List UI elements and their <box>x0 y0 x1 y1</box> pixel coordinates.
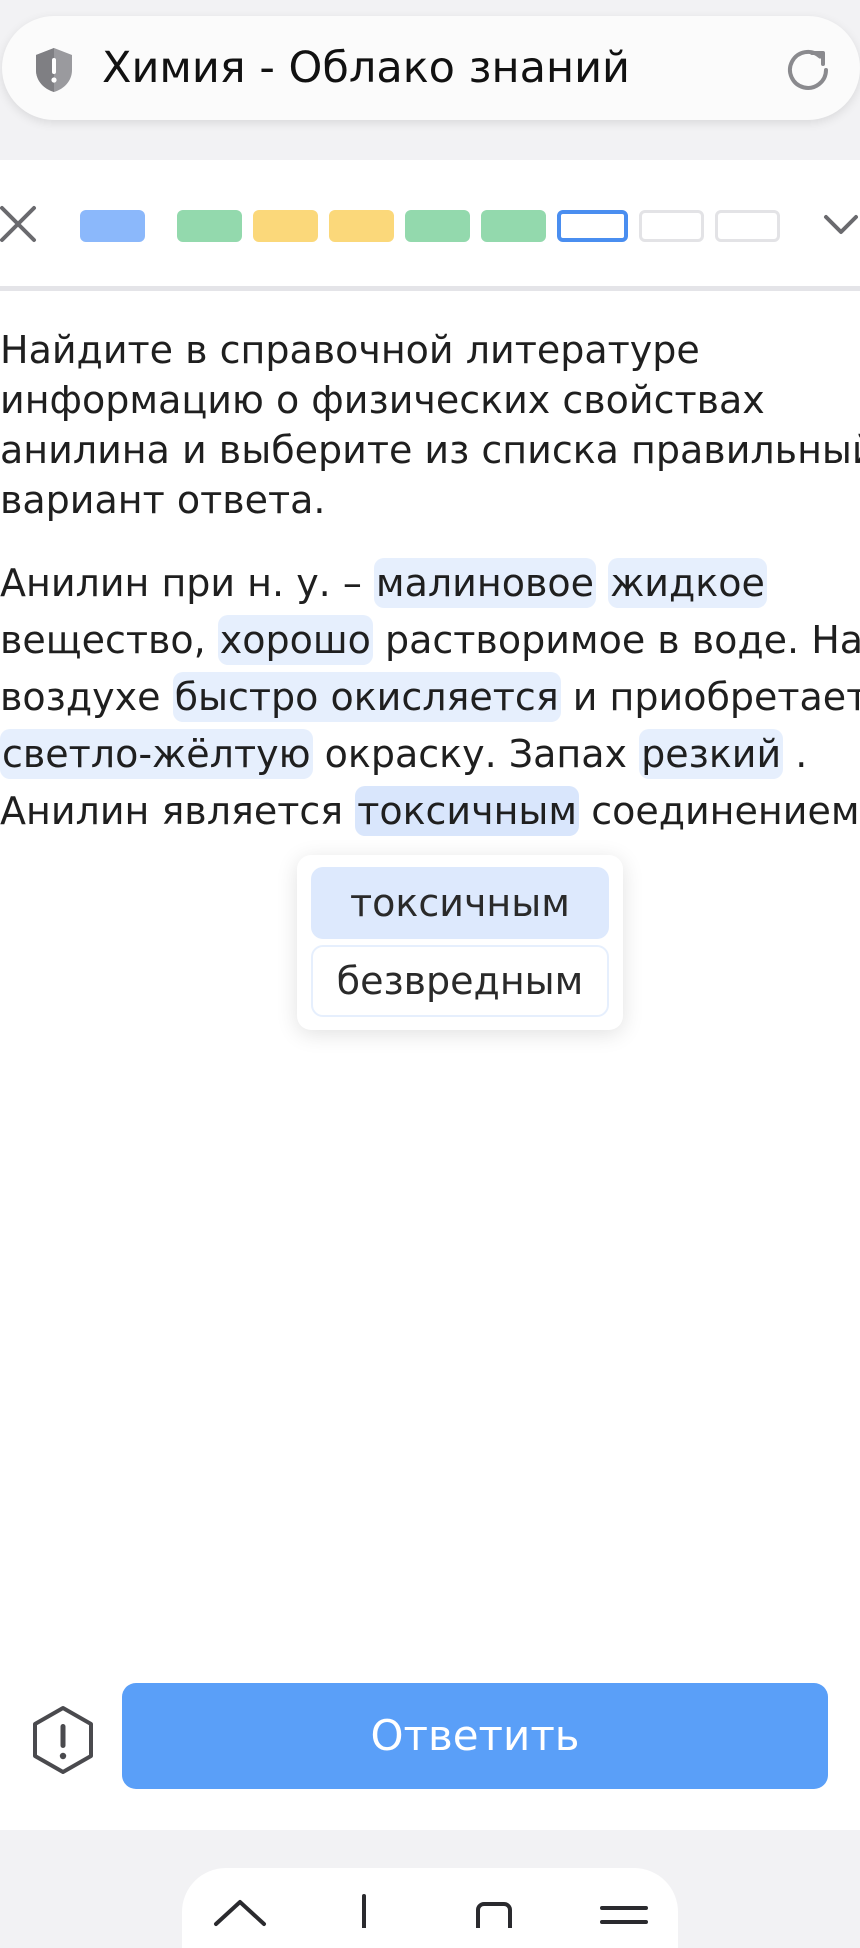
passage-text: . <box>783 732 808 776</box>
address-bar[interactable]: Химия - Облако знаний <box>2 16 860 120</box>
dropdown-option[interactable]: безвредным <box>311 945 609 1017</box>
progress-segment-9[interactable] <box>715 210 780 242</box>
passage-line: Анилин при н. у. – малиновое жидкое <box>0 555 860 612</box>
progress-segment-1[interactable] <box>80 210 145 242</box>
passage-line: воздухе быстро окисляется и приобретает <box>0 669 860 726</box>
page-title: Химия - Облако знаний <box>102 43 630 93</box>
progress-segment-5[interactable] <box>405 210 470 242</box>
dropdown-option-selected[interactable]: токсичным <box>311 867 609 939</box>
submit-answer-button[interactable]: Ответить <box>122 1683 828 1789</box>
passage-text: соединением. <box>579 789 860 833</box>
divider <box>0 286 860 291</box>
passage-line: Анилин является токсичным соединением. <box>0 783 860 840</box>
progress-segment-7[interactable] <box>557 210 628 242</box>
answer-gap[interactable]: малиновое <box>373 558 596 608</box>
passage-text: растворимое в воде. На <box>372 618 860 662</box>
answer-gap[interactable]: жидкое <box>608 558 767 608</box>
passage-text <box>596 561 608 605</box>
passage-text: Анилин является <box>0 789 356 833</box>
home-icon[interactable] <box>210 1888 270 1928</box>
report-problem-icon[interactable] <box>30 1704 96 1776</box>
progress-segment-8[interactable] <box>639 210 704 242</box>
bottom-nav-bar <box>182 1868 678 1948</box>
answer-gap[interactable]: светло-жёлтую <box>0 729 313 779</box>
question-line: информацию о физических свойствах <box>0 378 765 422</box>
question-text: Найдите в справочной литературе информац… <box>0 325 860 525</box>
passage-text: окраску. Запах <box>312 732 640 776</box>
answer-gap-active[interactable]: токсичным <box>355 786 580 836</box>
chevron-down-icon[interactable] <box>822 212 860 238</box>
answer-gap[interactable]: быстро окисляется <box>172 672 561 722</box>
download-icon[interactable] <box>334 1888 394 1928</box>
question-line: Найдите в справочной литературе <box>0 328 700 372</box>
reload-icon[interactable] <box>782 44 834 96</box>
answer-gap[interactable]: резкий <box>639 729 784 779</box>
shield-icon[interactable] <box>32 46 76 94</box>
answer-dropdown: токсичным безвредным <box>297 855 623 1030</box>
answer-gap[interactable]: хорошо <box>217 615 373 665</box>
progress-segment-4[interactable] <box>329 210 394 242</box>
passage-text: вещество, <box>0 618 218 662</box>
task-card: Найдите в справочной литературе информац… <box>0 160 860 1830</box>
browser-top-bar: Химия - Облако знаний <box>0 0 860 160</box>
progress-segment-3[interactable] <box>253 210 318 242</box>
progress-segment-6[interactable] <box>481 210 546 242</box>
passage-line: вещество, хорошо растворимое в воде. На <box>0 612 860 669</box>
passage-text: и приобретает <box>560 675 860 719</box>
question-line: вариант ответа. <box>0 478 326 522</box>
passage-line: светло-жёлтую окраску. Запах резкий . <box>0 726 860 783</box>
fill-in-passage: Анилин при н. у. – малиновое жидкое веще… <box>0 555 860 840</box>
progress-segment-2[interactable] <box>177 210 242 242</box>
question-line: анилина и выберите из списка правильный <box>0 428 860 472</box>
tabs-icon[interactable] <box>464 1888 524 1928</box>
progress-bar <box>0 160 860 290</box>
passage-text: воздухе <box>0 675 173 719</box>
passage-text: Анилин при н. у. – <box>0 561 374 605</box>
menu-icon[interactable] <box>594 1888 654 1928</box>
